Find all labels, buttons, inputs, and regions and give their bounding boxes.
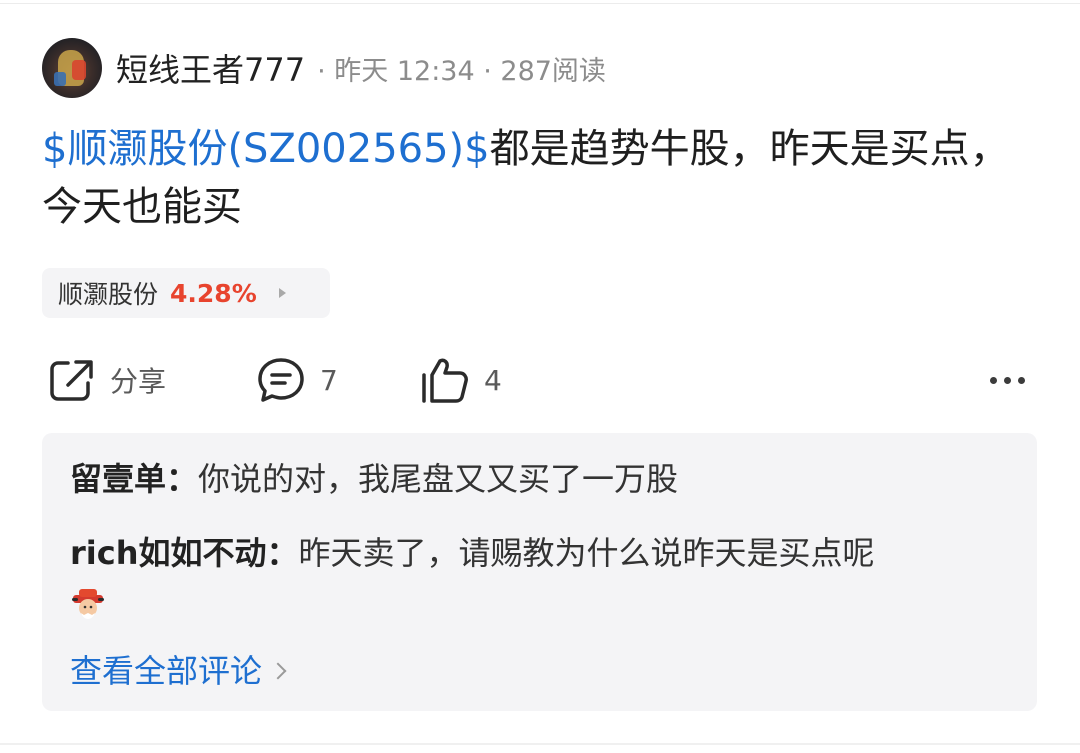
bottom-divider	[0, 743, 1080, 745]
view-all-label: 查看全部评论	[70, 652, 263, 690]
stock-chip-change: 4.28%	[170, 278, 257, 308]
share-icon	[50, 360, 93, 401]
emoji-icon	[72, 589, 104, 619]
like-button[interactable]: 4	[420, 350, 502, 410]
comment-icon	[258, 358, 304, 402]
avatar[interactable]	[42, 38, 102, 98]
comment-text: 昨天卖了，请赐教为什么说昨天是买点呢	[298, 534, 875, 572]
comment-count: 7	[320, 363, 338, 397]
more-button[interactable]	[986, 350, 1028, 410]
comment-item[interactable]: rich如如不动：昨天卖了，请赐教为什么说昨天是买点呢	[70, 529, 1010, 577]
post-body: $顺灏股份(SZ002565)$都是趋势牛股，昨天是买点，今天也能买	[42, 120, 1032, 236]
author-name[interactable]: 短线王者777	[116, 45, 305, 91]
share-button[interactable]: 分享	[46, 350, 166, 410]
play-arrow-icon	[278, 288, 286, 298]
chevron-right-icon	[269, 662, 287, 680]
comment-button[interactable]: 7	[256, 350, 338, 410]
stock-link[interactable]: $顺灏股份(SZ002565)$	[42, 126, 490, 172]
more-icon	[986, 376, 1028, 384]
stock-quote-chip[interactable]: 顺灏股份 4.28%	[42, 268, 330, 318]
stock-chip-name: 顺灏股份	[58, 280, 159, 309]
comment-author[interactable]: rich如如不动：	[70, 534, 299, 572]
like-count: 4	[484, 363, 502, 397]
comment-item[interactable]: 留壹单：你说的对，我尾盘又又买了一万股	[70, 455, 1010, 503]
share-label: 分享	[110, 365, 167, 398]
view-all-comments-link[interactable]: 查看全部评论	[70, 647, 287, 695]
comments-panel: 留壹单：你说的对，我尾盘又又买了一万股 rich如如不动：昨天卖了，请赐教为什么…	[42, 433, 1037, 711]
action-bar: 分享 7 4	[0, 350, 1080, 410]
post-meta: · 昨天 12:34 · 287阅读	[317, 55, 606, 87]
top-divider	[0, 3, 1080, 4]
comment-text: 你说的对，我尾盘又又买了一万股	[198, 460, 679, 498]
comment-author[interactable]: 留壹单：	[70, 460, 198, 498]
like-icon	[422, 358, 468, 403]
post-header: 短线王者777 · 昨天 12:34 · 287阅读	[42, 38, 606, 98]
